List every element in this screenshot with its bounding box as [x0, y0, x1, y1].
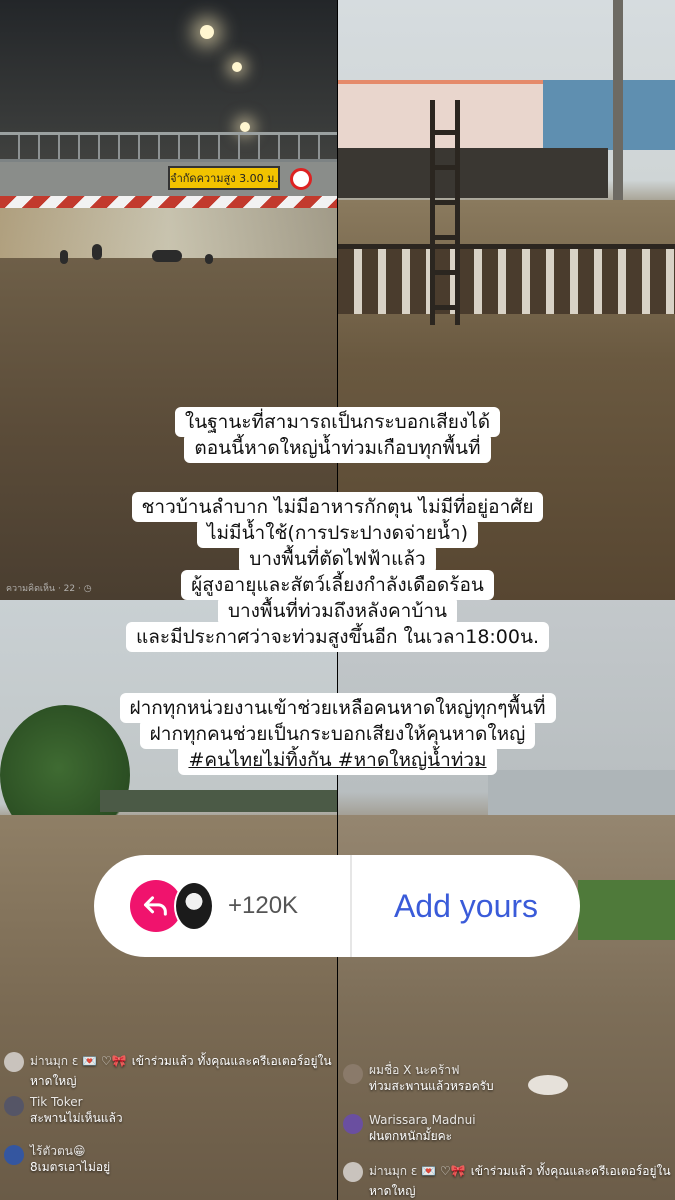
buildings [488, 770, 675, 815]
commenter-avatar [343, 1064, 363, 1084]
ladder [430, 100, 460, 325]
comment-text: ท่วมสะพานแล้วหรอครับ [369, 1079, 494, 1093]
people-in-water [92, 244, 102, 260]
warning-stripes [0, 196, 337, 208]
overlay-line: และมีประกาศว่าจะท่วมสูงขึ้นอีก ในเวลา18:… [125, 622, 550, 652]
sign-text: จำกัดความสูง 3.00 ม. [170, 172, 278, 185]
building-blue [543, 80, 675, 150]
participant-count: +120K [228, 892, 299, 919]
commenter-avatar [343, 1114, 363, 1134]
participants-group[interactable]: +120K [94, 855, 352, 957]
add-yours-sticker[interactable]: +120K Add yours [94, 855, 580, 957]
comment-item: Warissara Madnui ฝนตกหนักมั้ยคะ [343, 1112, 668, 1145]
comment-item: ม่านมุก ε 💌 ♡🎀 เข้าร่วมแล้ว ทั้งคุณและคร… [4, 1050, 334, 1090]
overlay-paragraph-1: ในฐานะที่สามารถเป็นกระบอกเสียงได้ ตอนนี้… [0, 407, 675, 463]
participant-avatar [174, 881, 214, 931]
bridge-railing [0, 132, 337, 162]
commenter-name: Tik Toker [30, 1095, 83, 1109]
fence [338, 244, 675, 314]
commenter-name: Warissara Madnui [369, 1113, 476, 1127]
comment-text: สะพานไม่เห็นแล้ว [30, 1111, 123, 1125]
overlay-line: ตอนนี้หาดใหญ่น้ำท่วมเกือบทุกพื้นที่ [184, 433, 491, 463]
street-light [232, 62, 242, 72]
people-in-water [205, 254, 213, 264]
street-light [240, 122, 250, 132]
commenter-name: ไร้ตัวตน😁 [30, 1144, 86, 1158]
height-limit-sign: จำกัดความสูง 3.00 ม. [168, 166, 280, 190]
add-yours-button[interactable]: Add yours [352, 888, 580, 925]
shed-roof [338, 148, 608, 198]
commenter-avatar [4, 1096, 24, 1116]
comment-item: ม่านมุก ε 💌 ♡🎀 เข้าร่วมแล้ว ทั้งคุณและคร… [343, 1160, 673, 1200]
no-entry-sign [290, 168, 312, 190]
comment-text: ฝนตกหนักมั้ยคะ [369, 1129, 453, 1143]
commenter-avatar [4, 1145, 24, 1165]
commenter-avatar [343, 1162, 363, 1182]
people-in-water [60, 250, 68, 264]
commenter-name: ม่านมุก ε 💌 ♡🎀 [369, 1164, 466, 1178]
overlay-paragraph-2: ชาวบ้านลำบาก ไม่มีอาหารกักตุน ไม่มีที่อย… [0, 492, 675, 652]
people-in-water [152, 250, 182, 262]
commenter-avatar [4, 1052, 24, 1072]
hashtag-line[interactable]: #คนไทยไม่ทิ้งกัน #หาดใหญ่น้ำท่วม [178, 745, 497, 775]
comment-item: ผมชื่อ X นะคร้าฟ ท่วมสะพานแล้วหรอครับ [343, 1062, 668, 1095]
commenter-name: ม่านมุก ε 💌 ♡🎀 [30, 1054, 127, 1068]
comment-item: ไร้ตัวตน😁 8เมตรเอาไม่อยู่ [4, 1143, 324, 1176]
utility-pole [613, 0, 623, 205]
comment-item: Tik Toker สะพานไม่เห็นแล้ว [4, 1094, 324, 1127]
street-light [200, 25, 214, 39]
grass-bank [578, 880, 675, 940]
comment-text: 8เมตรเอาไม่อยู่ [30, 1160, 111, 1174]
distant-trees [100, 790, 337, 812]
commenter-name: ผมชื่อ X นะคร้าฟ [369, 1063, 460, 1077]
overlay-paragraph-3: ฝากทุกหน่วยงานเข้าช่วยเหลือคนหาดใหญ่ทุกๆ… [0, 693, 675, 775]
